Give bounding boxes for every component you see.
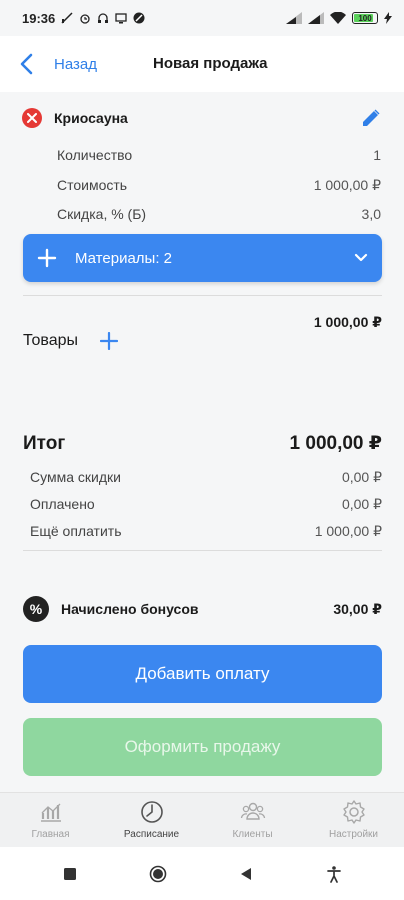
- clients-icon: [240, 802, 265, 820]
- blocked-icon: [133, 12, 145, 24]
- system-nav-bar: [0, 847, 404, 900]
- back-label: Назад: [54, 55, 97, 73]
- summary-label: Ещё оплатить: [30, 523, 122, 539]
- goods-label: Товары: [23, 332, 79, 349]
- nav-label: Настройки: [328, 829, 379, 840]
- materials-label: Материалы: 2: [75, 249, 172, 267]
- battery-icon: 100: [352, 12, 378, 24]
- nav-item-schedule[interactable]: Расписание: [101, 793, 202, 847]
- wifi-icon: [330, 12, 346, 24]
- sale-content: Криосауна Количество 1 Стоимость 1 000,0…: [0, 92, 404, 792]
- percent-icon: %: [23, 596, 49, 622]
- total-row: Итог 1 000,00 ₽: [23, 432, 382, 455]
- detail-value: 1: [373, 147, 381, 163]
- accessibility-icon[interactable]: [325, 865, 343, 883]
- detail-value: 1 000,00 ₽: [313, 177, 381, 193]
- clock-icon: [140, 801, 163, 823]
- nav-label: Расписание: [123, 829, 180, 840]
- back-triangle-icon[interactable]: [237, 865, 255, 883]
- total-label: Итог: [23, 433, 66, 454]
- nav-item-clients[interactable]: Клиенты: [202, 793, 303, 847]
- bonus-row: % Начислено бонусов 30,00 ₽: [23, 596, 382, 622]
- summary-paid-row: Оплачено 0,00 ₽: [30, 496, 382, 513]
- page-title: Новая продажа: [153, 55, 268, 72]
- summary-value: 0,00 ₽: [341, 469, 382, 485]
- detail-label: Количество: [57, 147, 133, 163]
- detail-discount: Скидка, % (Б) 3,0: [57, 206, 381, 222]
- cell-signal-icon: [286, 12, 302, 24]
- divider: [23, 550, 382, 551]
- cell-signal-icon-2: [308, 12, 324, 24]
- headphones-icon: [98, 13, 109, 23]
- service-name: Криосауна: [54, 110, 128, 126]
- checkout-button[interactable]: Оформить продажу: [23, 718, 382, 776]
- detail-label: Стоимость: [57, 177, 128, 193]
- goods-row: Товары: [23, 332, 119, 350]
- summary-label: Сумма скидки: [30, 469, 121, 485]
- summary-value: 1 000,00 ₽: [314, 523, 382, 539]
- home-circle-icon[interactable]: [149, 865, 167, 883]
- gear-icon: [342, 800, 365, 824]
- detail-quantity: Количество 1: [57, 147, 381, 163]
- detail-price: Стоимость 1 000,00 ₽: [57, 177, 381, 194]
- add-payment-button[interactable]: Добавить оплату: [23, 645, 382, 703]
- status-bar: 19:36 100: [0, 0, 404, 36]
- remove-service-icon[interactable]: [22, 108, 42, 128]
- signal-off-icon: [61, 12, 73, 24]
- nav-label: Клиенты: [232, 829, 273, 840]
- status-time: 19:36: [22, 10, 56, 26]
- divider: [23, 295, 382, 296]
- recents-square-icon[interactable]: [61, 865, 79, 883]
- total-value: 1 000,00 ₽: [289, 433, 382, 454]
- summary-value: 0,00 ₽: [341, 496, 382, 512]
- bonus-value: 30,00 ₽: [333, 600, 382, 617]
- detail-label: Скидка, % (Б): [57, 206, 147, 222]
- detail-value: 3,0: [361, 206, 381, 222]
- chevron-left-icon: [20, 53, 33, 75]
- service-header: Криосауна: [22, 106, 382, 130]
- battery-level: 100: [358, 13, 372, 23]
- chevron-down-icon: [354, 253, 368, 262]
- add-goods-plus-icon[interactable]: [100, 332, 119, 350]
- cast-icon: [115, 13, 127, 24]
- summary-remaining-row: Ещё оплатить 1 000,00 ₽: [30, 523, 382, 540]
- app-header: Назад Новая продажа: [0, 36, 404, 92]
- back-button[interactable]: Назад: [0, 53, 97, 75]
- nav-label: Главная: [31, 829, 70, 840]
- alarm-icon: [80, 14, 90, 24]
- summary-label: Оплачено: [30, 496, 95, 512]
- summary-discount-row: Сумма скидки 0,00 ₽: [30, 469, 382, 486]
- chart-icon: [40, 803, 61, 822]
- nav-item-home[interactable]: Главная: [0, 793, 101, 847]
- materials-button[interactable]: Материалы: 2: [23, 234, 382, 282]
- edit-pencil-icon[interactable]: [360, 107, 382, 129]
- plus-icon: [37, 248, 57, 268]
- nav-item-settings[interactable]: Настройки: [303, 793, 404, 847]
- bottom-nav: Главная Расписание Клиенты Настройки: [0, 792, 404, 847]
- bonus-label: Начислено бонусов: [61, 601, 199, 617]
- service-subtotal: 1 000,00 ₽: [313, 314, 382, 330]
- charging-icon: [384, 12, 392, 24]
